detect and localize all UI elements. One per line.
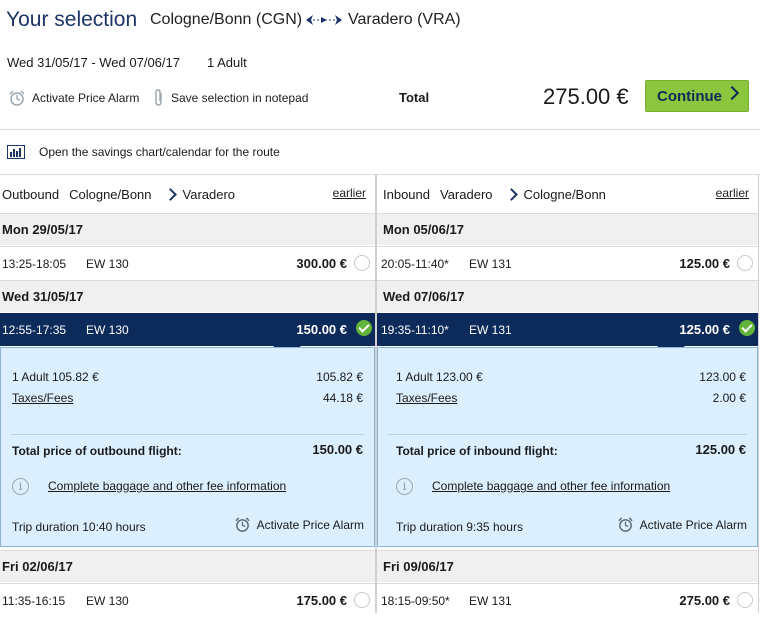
chevron-right-icon — [724, 85, 740, 101]
flight-price: 175.00 € — [296, 593, 347, 608]
flight-price: 125.00 € — [679, 322, 730, 337]
inbound-fare-details: 1 Adult 123.00 € 123.00 € Taxes/Fees 2.0… — [377, 347, 758, 547]
flight-time: 20:05-11:40* — [381, 257, 449, 271]
notepad-label: Save selection in notepad — [171, 91, 309, 105]
save-notepad-link[interactable]: Save selection in notepad — [153, 89, 308, 107]
trip-duration: Trip duration 10:40 hours — [12, 520, 146, 534]
inbound-label: Inbound — [383, 186, 430, 202]
alarm-clock-icon — [618, 517, 633, 532]
taxes-fees-link[interactable]: Taxes/Fees — [396, 391, 457, 405]
inbound-to: Cologne/Bonn — [523, 186, 606, 202]
flight-option-selected[interactable]: 12:55-17:35 EW 130 150.00 € — [0, 313, 375, 357]
alarm-clock-icon — [9, 90, 25, 106]
alarm-clock-icon — [235, 517, 250, 532]
flight-number: EW 130 — [86, 323, 129, 337]
outbound-fare-details: 1 Adult 105.82 € 105.82 € Taxes/Fees 44.… — [0, 347, 375, 547]
select-radio[interactable] — [354, 592, 370, 608]
total-label: Total — [399, 90, 430, 105]
checkmark-icon — [356, 320, 372, 336]
bar-chart-icon — [7, 145, 25, 159]
inbound-header: Inbound Varadero Cologne/Bonn earlier — [377, 175, 758, 213]
total-flight-value: 125.00 € — [695, 442, 746, 457]
total-price: 275.00 € — [543, 84, 629, 109]
day-header: Mon 29/05/17 — [0, 213, 375, 245]
earlier-link[interactable]: earlier — [716, 186, 749, 200]
taxes-value: 44.18 € — [322, 391, 363, 405]
flight-time: 18:15-09:50* — [381, 594, 450, 608]
flight-number: EW 130 — [86, 257, 129, 271]
outbound-label: Outbound — [2, 186, 60, 202]
earlier-link[interactable]: earlier — [333, 186, 366, 200]
flight-price: 125.00 € — [679, 256, 730, 271]
day-header: Wed 07/06/17 — [377, 280, 758, 312]
select-radio[interactable] — [354, 255, 370, 271]
total-flight-value: 150.00 € — [312, 442, 363, 457]
divider — [0, 129, 760, 130]
continue-button[interactable]: Continue — [645, 80, 749, 112]
price-alarm-label: Activate Price Alarm — [32, 91, 140, 105]
flight-number: EW 130 — [86, 594, 129, 608]
day-header: Fri 09/06/17 — [377, 550, 758, 582]
outbound-from: Cologne/Bonn — [69, 186, 152, 202]
outbound-column: Outbound Cologne/Bonn Varadero earlier M… — [0, 175, 376, 617]
flight-time: 19:35-11:10* — [381, 323, 449, 337]
day-header: Wed 31/05/17 — [0, 280, 375, 312]
outbound-to: Varadero — [182, 186, 236, 202]
select-radio[interactable] — [737, 592, 753, 608]
page-title: Your selection — [6, 8, 138, 31]
day-header: Mon 05/06/17 — [377, 213, 758, 245]
total-flight-label: Total price of outbound flight: — [12, 444, 182, 458]
info-icon: i — [12, 478, 29, 495]
savings-link-label: Open the savings chart/calendar for the … — [39, 145, 280, 159]
flight-price: 275.00 € — [679, 593, 730, 608]
passenger-count: 1 Adult — [207, 55, 247, 70]
flight-number: EW 131 — [469, 594, 512, 608]
fare-label: 1 Adult 105.82 € — [12, 370, 99, 384]
day-header: Fri 02/06/17 — [0, 550, 375, 582]
baggage-info-link[interactable]: Complete baggage and other fee informati… — [48, 479, 286, 493]
destination-airport: Varadero (VRA) — [348, 11, 461, 28]
airplane-icon — [306, 15, 342, 25]
activate-price-alarm-link[interactable]: Activate Price Alarm — [8, 89, 139, 107]
info-icon: i — [396, 478, 413, 495]
taxes-fees-link[interactable]: Taxes/Fees — [12, 391, 73, 405]
fare-value: 105.82 € — [316, 370, 363, 384]
flight-option[interactable]: 18:15-09:50* EW 131 275.00 € — [377, 583, 758, 617]
arrow-right-icon — [163, 187, 177, 201]
arrow-right-icon — [504, 187, 518, 201]
flight-time: 12:55-17:35 — [2, 323, 67, 337]
flight-number: EW 131 — [469, 257, 512, 271]
travel-dates: Wed 31/05/17 - Wed 07/06/17 — [7, 55, 180, 70]
paperclip-icon — [155, 89, 162, 106]
fare-label: 1 Adult 123.00 € — [396, 370, 483, 384]
select-radio[interactable] — [737, 255, 753, 271]
flight-option-selected[interactable]: 19:35-11:10* EW 131 125.00 € — [377, 313, 758, 357]
taxes-value: 2.00 € — [712, 391, 746, 405]
fare-value: 123.00 € — [699, 370, 746, 384]
flight-price: 300.00 € — [296, 256, 347, 271]
price-alarm-label: Activate Price Alarm — [256, 517, 364, 532]
flight-option[interactable]: 13:25-18:05 EW 130 300.00 € — [0, 246, 375, 280]
flight-option[interactable]: 11:35-16:15 EW 130 175.00 € — [0, 583, 375, 617]
divider — [388, 434, 747, 435]
flight-number: EW 131 — [469, 323, 512, 337]
baggage-info-link[interactable]: Complete baggage and other fee informati… — [432, 479, 670, 493]
total-flight-label: Total price of inbound flight: — [396, 444, 558, 458]
divider — [11, 434, 364, 435]
inbound-column: Inbound Varadero Cologne/Bonn earlier Mo… — [376, 175, 759, 617]
savings-chart-link[interactable]: Open the savings chart/calendar for the … — [7, 145, 280, 159]
flight-time: 13:25-18:05 — [2, 257, 67, 271]
outbound-header: Outbound Cologne/Bonn Varadero earlier — [0, 175, 375, 213]
activate-price-alarm-link[interactable]: Activate Price Alarm — [234, 516, 364, 533]
flight-option[interactable]: 20:05-11:40* EW 131 125.00 € — [377, 246, 758, 280]
origin-airport: Cologne/Bonn (CGN) — [150, 11, 303, 28]
price-alarm-label: Activate Price Alarm — [639, 517, 747, 532]
activate-price-alarm-link[interactable]: Activate Price Alarm — [617, 516, 747, 533]
inbound-from: Varadero — [440, 186, 493, 202]
continue-label: Continue — [657, 87, 722, 105]
checkmark-icon — [739, 320, 755, 336]
trip-duration: Trip duration 9:35 hours — [396, 520, 523, 534]
flight-time: 11:35-16:15 — [2, 594, 66, 608]
flight-price: 150.00 € — [296, 322, 347, 337]
